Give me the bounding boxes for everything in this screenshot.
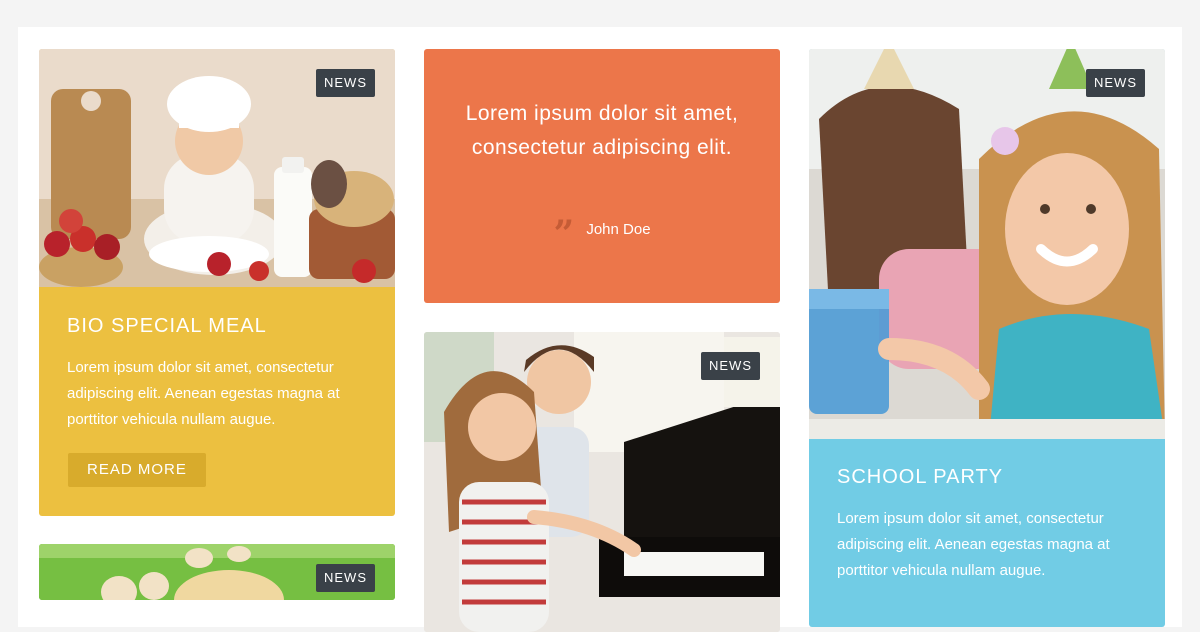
quote-author-row: ” John Doe [424, 213, 780, 255]
quote-author: John Doe [586, 221, 651, 238]
smiling-girl-photo [809, 49, 1165, 439]
news-badge: NEWS [316, 69, 375, 97]
school-party-illustration [809, 49, 1165, 439]
news-grid-panel: NEWS BIO SPECIAL MEAL Lorem ipsum dolor … [18, 27, 1182, 632]
news-badge: NEWS [316, 564, 375, 592]
card-description: Lorem ipsum dolor sit amet, consectetur … [837, 510, 1110, 579]
quote-icon: ” [553, 213, 575, 255]
news-card-piano[interactable]: NEWS [424, 332, 780, 632]
card-description: Lorem ipsum dolor sit amet, consectetur … [67, 359, 340, 428]
quote-card: Lorem ipsum dolor sit amet, consectetur … [424, 49, 780, 303]
news-card-school-party[interactable]: NEWS SCHOOL PARTY Lorem ipsum dolor sit … [809, 49, 1165, 627]
news-badge: NEWS [1086, 69, 1145, 97]
read-more-button[interactable]: READ MORE [68, 453, 206, 487]
news-card-bio-meal[interactable]: NEWS BIO SPECIAL MEAL Lorem ipsum dolor … [39, 49, 395, 516]
news-card-grass-kids[interactable]: NEWS [39, 544, 395, 600]
card-title[interactable]: BIO SPECIAL MEAL [67, 315, 267, 338]
news-badge: NEWS [701, 352, 760, 380]
quote-text: Lorem ipsum dolor sit amet, consectetur … [465, 102, 739, 159]
card-title[interactable]: SCHOOL PARTY [837, 466, 1003, 489]
